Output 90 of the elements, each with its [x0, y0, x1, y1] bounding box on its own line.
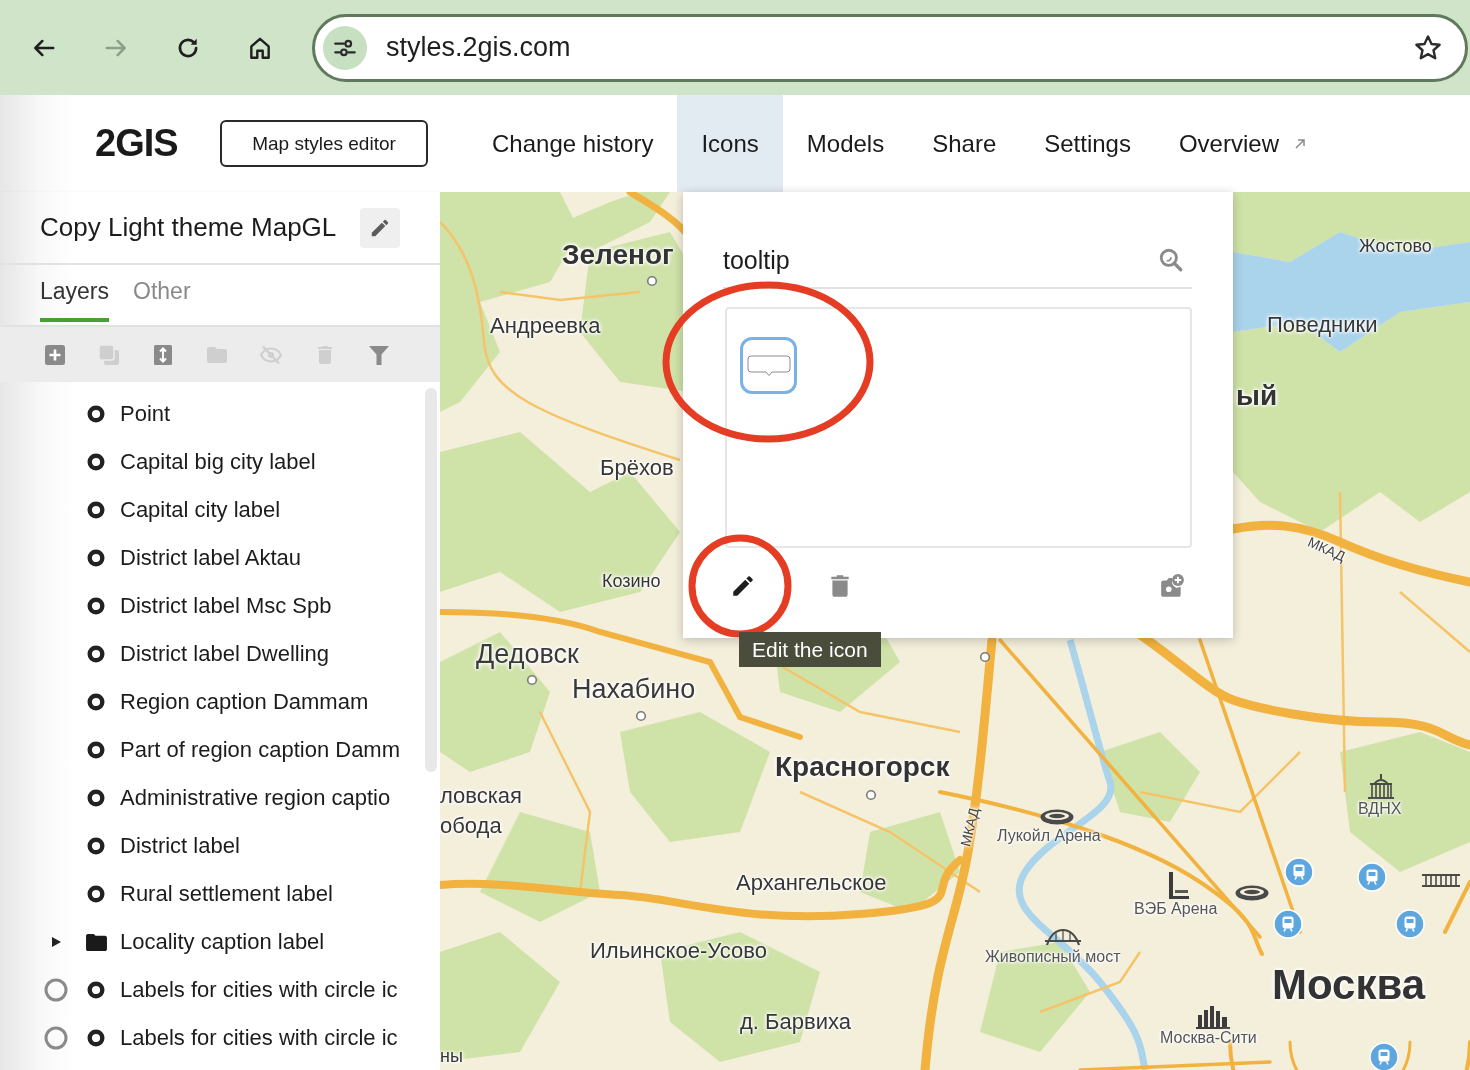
- tower-icon: [1166, 870, 1190, 900]
- layer-label[interactable]: District label Aktau: [120, 545, 301, 571]
- layer-label[interactable]: Point: [120, 401, 171, 427]
- layer-label[interactable]: Rural settlement label: [120, 881, 333, 907]
- layer-label[interactable]: Part of region caption Damm: [120, 737, 401, 763]
- point-icon: [87, 597, 105, 615]
- nav-tab[interactable]: Overview: [1154, 95, 1331, 192]
- ring-icon[interactable]: [44, 1026, 68, 1050]
- nav-tab[interactable]: Share: [908, 95, 1021, 192]
- point-icon: [87, 789, 105, 807]
- train-icon: [1357, 862, 1387, 892]
- colonnade-icon: [1421, 872, 1461, 888]
- landmark-label: ВДНХ: [1358, 800, 1402, 819]
- place-label: ны: [440, 1046, 463, 1067]
- layer-label[interactable]: Labels for cities with circle ic: [120, 977, 398, 1003]
- circle-marker-icon: [865, 789, 877, 801]
- speech-bubble-icon: [746, 354, 791, 377]
- caret-icon[interactable]: [50, 936, 62, 948]
- point-icon: [87, 549, 105, 567]
- place-label: Красногорск: [775, 751, 950, 784]
- place-label: Поведники: [1267, 312, 1378, 338]
- plus-square-icon[interactable]: [43, 342, 67, 367]
- landmark-label: Москва-Сити: [1160, 1029, 1257, 1048]
- tooltip: Edit the icon: [739, 632, 881, 667]
- train-icon: [1273, 909, 1303, 939]
- layer-label[interactable]: Administrative region captio: [120, 785, 391, 811]
- place-label: ловская: [440, 783, 523, 809]
- place-label: обода: [440, 813, 502, 839]
- landmark-label: Живописный мост: [985, 948, 1121, 967]
- style-title: Copy Light theme MapGL: [40, 212, 338, 243]
- road-label: МКАД: [957, 806, 983, 848]
- place-label: Архангельское: [736, 870, 887, 896]
- train-icon: [1395, 909, 1425, 939]
- place-label: д. Барвиха: [740, 1009, 851, 1035]
- nav-tab[interactable]: Models: [782, 95, 909, 192]
- train-icon: [1284, 857, 1314, 887]
- place-label: Андреевка: [490, 313, 601, 339]
- layer-label[interactable]: Capital city label: [120, 497, 281, 523]
- address-bar[interactable]: styles.2gis.com: [312, 13, 1468, 82]
- circle-marker-icon: [979, 651, 991, 663]
- point-icon: [87, 885, 105, 903]
- layer-label[interactable]: Locality caption label: [120, 929, 325, 955]
- place-label: ый: [1236, 380, 1278, 413]
- point-icon: [87, 1029, 105, 1047]
- place-label: Дедовск: [476, 639, 579, 671]
- nav-tab[interactable]: Settings: [1020, 95, 1155, 192]
- stadium-icon: [1039, 808, 1075, 826]
- place-label: Жостово: [1359, 236, 1432, 257]
- url-text: styles.2gis.com: [386, 32, 572, 63]
- circle-marker-icon: [526, 674, 538, 686]
- point-icon: [87, 981, 105, 999]
- place-label: Москва: [1272, 961, 1426, 1010]
- icon-tile[interactable]: [740, 337, 797, 394]
- search-icon[interactable]: [1158, 247, 1184, 273]
- circle-marker-icon: [646, 275, 658, 287]
- place-label: Зеленог: [562, 239, 674, 272]
- nav-tab[interactable]: Icons: [677, 95, 783, 192]
- logo[interactable]: 2GIS: [95, 122, 187, 165]
- layer-label[interactable]: District label Dwelling: [120, 641, 330, 667]
- editor-button[interactable]: Map styles editor: [220, 120, 428, 167]
- layer-label[interactable]: Capital big city label: [120, 449, 316, 475]
- sidebar-tab[interactable]: Layers: [40, 265, 110, 322]
- layer-label[interactable]: Labels for cities with circle ic: [120, 1025, 398, 1051]
- rename-button[interactable]: [360, 207, 400, 248]
- point-icon: [87, 693, 105, 711]
- place-label: Брёхов: [600, 455, 674, 481]
- nav-tab[interactable]: Change history: [468, 95, 678, 192]
- pencil-icon[interactable]: [730, 573, 756, 599]
- point-icon: [87, 501, 105, 519]
- camera-plus-icon[interactable]: [1159, 573, 1185, 599]
- point-icon: [87, 453, 105, 471]
- place-label: Ильинское-Усово: [590, 938, 767, 964]
- circle-marker-icon: [635, 710, 647, 722]
- place-label: Козино: [602, 571, 661, 592]
- landmark-label: Лукойл Арена: [997, 827, 1101, 846]
- landmark-label: ВЭБ Арена: [1134, 900, 1218, 919]
- point-icon: [87, 405, 105, 423]
- train-icon: [1369, 1042, 1399, 1070]
- site-settings-icon[interactable]: [323, 25, 367, 70]
- search-field[interactable]: tooltip: [723, 233, 1192, 289]
- layer-label[interactable]: District label Msc Spb: [120, 593, 332, 619]
- point-icon: [87, 645, 105, 663]
- layer-label[interactable]: District label: [120, 833, 240, 859]
- ring-icon[interactable]: [44, 978, 68, 1002]
- stadium-icon: [1234, 884, 1270, 902]
- place-label: Нахабино: [572, 674, 696, 706]
- folder-icon: [85, 932, 108, 952]
- point-icon: [87, 837, 105, 855]
- layer-label[interactable]: Region caption Dammam: [120, 689, 369, 715]
- point-icon: [87, 741, 105, 759]
